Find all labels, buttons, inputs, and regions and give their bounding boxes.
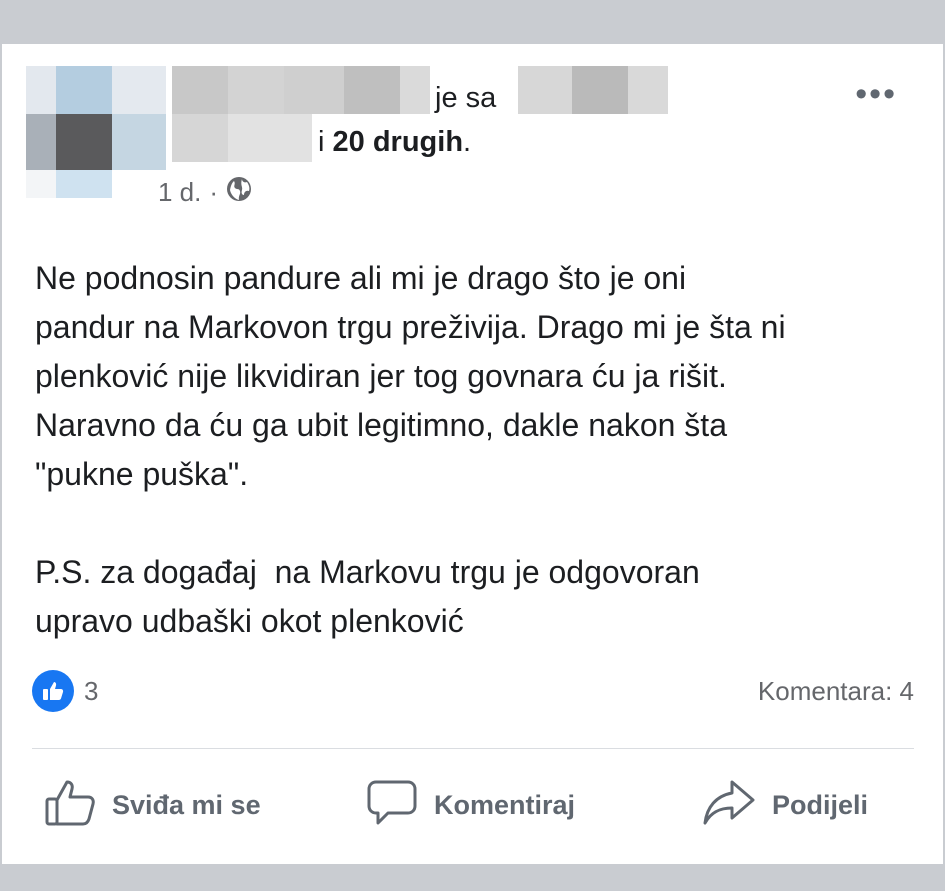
header-with-text: je sa	[435, 82, 496, 115]
globe-icon	[226, 176, 252, 209]
post-meta: 1 d. ·	[158, 176, 252, 209]
comments-count-link[interactable]: Komentara: 4	[758, 676, 914, 707]
others-link[interactable]: 20 drugih	[333, 126, 464, 158]
tagged-name-redacted[interactable]	[518, 66, 668, 114]
period: .	[463, 126, 472, 158]
timestamp[interactable]: 1 d.	[158, 177, 201, 208]
comment-button[interactable]: Komentiraj	[366, 776, 575, 835]
like-button[interactable]: Sviđa mi se	[44, 776, 261, 835]
like-icon	[32, 670, 74, 712]
comment-label: Komentiraj	[434, 790, 576, 820]
tagged-name-redacted-2[interactable]	[172, 114, 312, 162]
author-name-redacted[interactable]	[172, 66, 430, 114]
with-text: je sa	[435, 82, 497, 114]
like-label: Sviđa mi se	[112, 790, 261, 820]
and-text: i	[318, 126, 325, 158]
more-options-button[interactable]: •••	[855, 77, 897, 111]
thumbs-up-icon	[44, 776, 96, 835]
meta-separator: ·	[209, 177, 219, 207]
share-button[interactable]: Podijeli	[702, 776, 868, 835]
share-arrow-icon	[702, 776, 756, 835]
reaction-count: 3	[84, 675, 99, 706]
avatar[interactable]	[26, 66, 166, 198]
comment-bubble-icon	[366, 776, 418, 835]
post-body-text: Ne podnosin pandure ali mi je drago što …	[35, 260, 786, 639]
divider	[32, 748, 914, 749]
share-label: Podijeli	[772, 790, 869, 820]
reactions-summary[interactable]: 3	[32, 670, 98, 712]
header-others: i 20 drugih.	[318, 126, 471, 159]
